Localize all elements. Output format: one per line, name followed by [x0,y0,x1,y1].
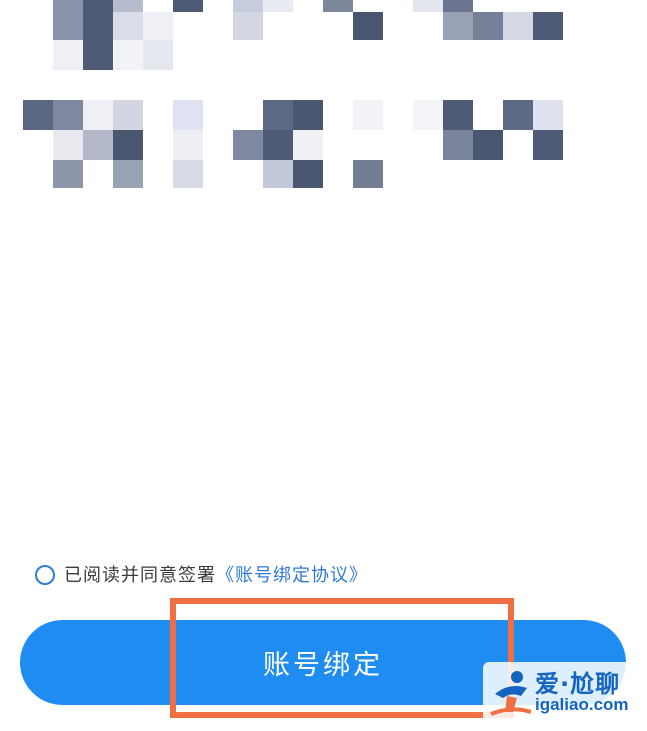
agree-radio[interactable] [35,565,55,585]
agreement-row: 已阅读并同意签署 《账号绑定协议》 [35,560,368,588]
watermark-brand: 爱·尬聊 [535,670,621,698]
agreement-link[interactable]: 《账号绑定协议》 [216,561,368,587]
running-figure-logo-icon [490,671,532,716]
agreement-text: 已阅读并同意签署 [64,565,216,586]
watermark-domain: igaliao.com [535,695,629,714]
site-watermark: 爱·尬聊 igaliao.com [483,662,643,722]
pixelated-code-area [0,0,647,200]
